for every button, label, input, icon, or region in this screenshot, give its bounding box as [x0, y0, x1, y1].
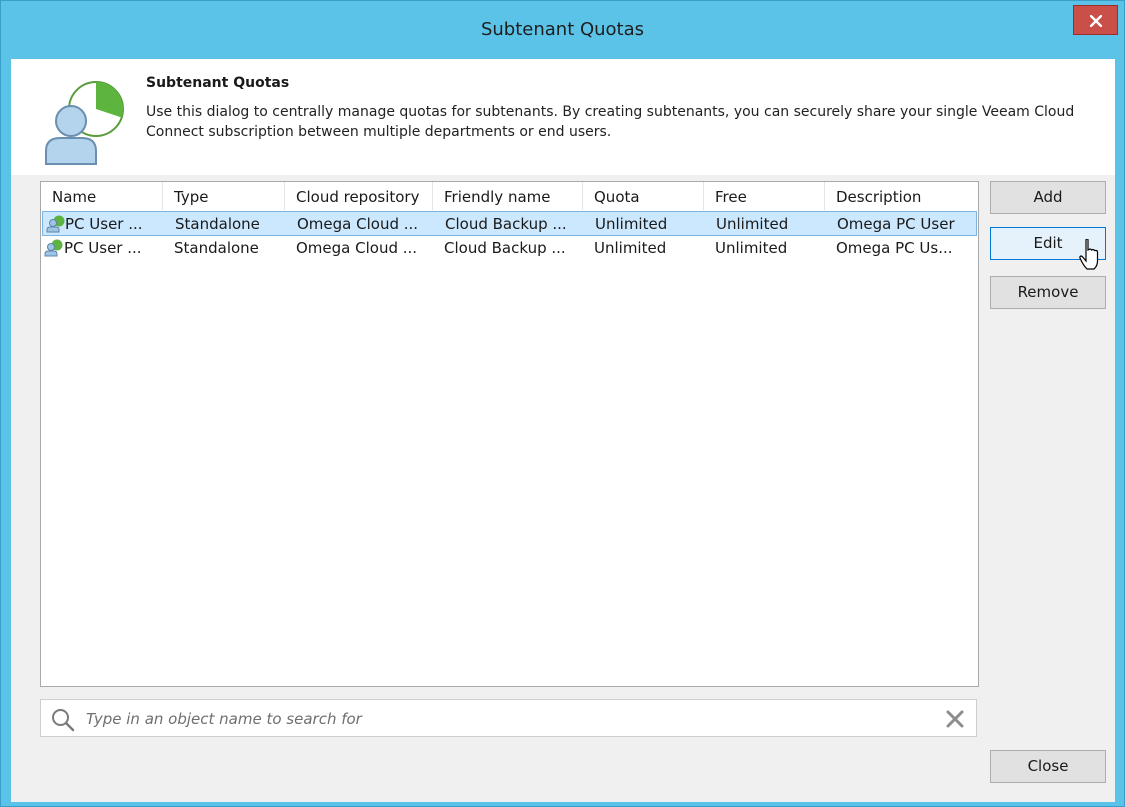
dialog-body: Name Type Cloud repository Friendly name… — [11, 175, 1115, 802]
title-bar: Subtenant Quotas — [1, 1, 1124, 59]
subtenant-icon — [44, 239, 64, 261]
search-input[interactable] — [84, 706, 928, 732]
clear-icon[interactable] — [946, 710, 964, 732]
close-icon — [1090, 15, 1102, 27]
column-header-type[interactable]: Type — [163, 182, 285, 210]
column-header-quota[interactable]: Quota — [583, 182, 704, 210]
remove-button[interactable]: Remove — [990, 276, 1106, 309]
add-button[interactable]: Add — [990, 181, 1106, 214]
column-header-description[interactable]: Description — [825, 182, 975, 210]
cell-friendly-name: Cloud Backup ... — [444, 239, 566, 257]
cell-description: Omega PC User — [837, 215, 955, 233]
cell-name: PC User ... — [64, 239, 142, 257]
cell-description: Omega PC Us... — [836, 239, 953, 257]
column-header-friendly-name[interactable]: Friendly name — [433, 182, 583, 210]
cell-free: Unlimited — [716, 215, 789, 233]
column-header-cloud-repository[interactable]: Cloud repository — [285, 182, 433, 210]
table-row[interactable]: PC User ... Standalone Omega Cloud ... C… — [42, 211, 977, 236]
column-header-free[interactable]: Free — [704, 182, 825, 210]
cell-quota: Unlimited — [594, 239, 667, 257]
cell-name: PC User ... — [65, 215, 143, 233]
cell-free: Unlimited — [715, 239, 788, 257]
cell-type: Standalone — [174, 239, 259, 257]
header-description: Use this dialog to centrally manage quot… — [146, 104, 1075, 140]
mouse-pointer-icon — [1079, 239, 1099, 270]
dialog-header: Subtenant Quotas Use this dialog to cent… — [11, 59, 1115, 175]
table-header: Name Type Cloud repository Friendly name… — [41, 182, 978, 210]
close-button[interactable]: Close — [990, 750, 1106, 783]
header-title: Subtenant Quotas — [146, 75, 290, 91]
column-header-name[interactable]: Name — [41, 182, 163, 210]
subtenant-quota-table[interactable]: Name Type Cloud repository Friendly name… — [40, 181, 979, 687]
cell-friendly-name: Cloud Backup ... — [445, 215, 567, 233]
search-box[interactable] — [40, 699, 977, 737]
subtenant-quotas-dialog: Subtenant Quotas Subtenant Quotas Use th… — [0, 0, 1125, 807]
window-title: Subtenant Quotas — [480, 19, 645, 40]
cell-quota: Unlimited — [595, 215, 668, 233]
cell-cloud-repository: Omega Cloud ... — [296, 239, 418, 257]
subtenant-quota-icon — [44, 81, 124, 169]
search-icon — [51, 708, 75, 736]
subtenant-icon — [46, 215, 66, 237]
table-row[interactable]: PC User ... Standalone Omega Cloud ... C… — [41, 236, 976, 261]
close-window-button[interactable] — [1073, 5, 1118, 35]
cell-type: Standalone — [175, 215, 260, 233]
cell-cloud-repository: Omega Cloud ... — [297, 215, 419, 233]
